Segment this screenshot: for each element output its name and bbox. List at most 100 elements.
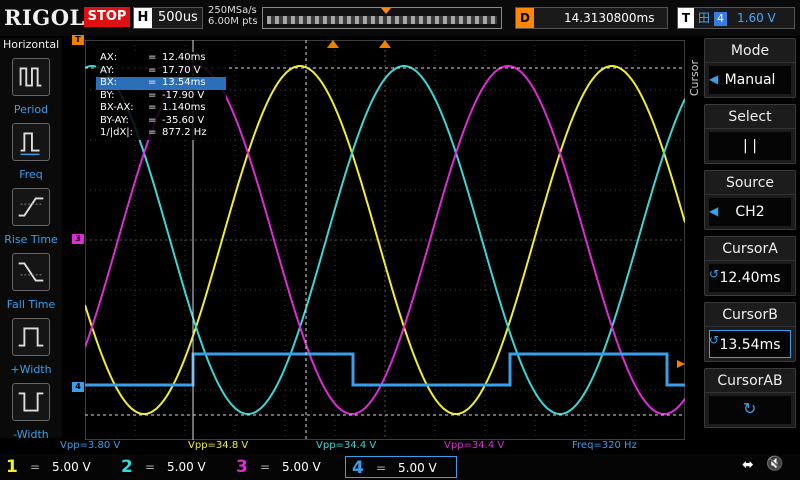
neg-width-label: -Width bbox=[13, 428, 49, 441]
delay-label: D bbox=[516, 8, 534, 28]
menu-button-title: Select bbox=[705, 105, 795, 129]
channel-3-scale[interactable]: 3 = 5.00 V bbox=[230, 456, 342, 478]
menu-button-title: CursorB bbox=[705, 303, 795, 327]
timebase-label: H bbox=[134, 8, 152, 28]
run-stop-button[interactable]: STOP bbox=[84, 7, 130, 27]
channel-scale-value: 5.00 V bbox=[282, 460, 321, 474]
cursor-readout-key: 1/|dX|: bbox=[100, 127, 134, 138]
channel-number: 1 bbox=[6, 457, 18, 477]
rising-edge-icon: ⽥ bbox=[698, 11, 711, 25]
cursor-readout-key: BX-AX: bbox=[100, 102, 134, 113]
cursor-readout-row: AY: = 17.70 V bbox=[96, 65, 226, 78]
cursor-readout-row: BY-AY: = -35.60 V bbox=[96, 115, 226, 128]
cursor-readout-eq: = bbox=[148, 114, 157, 126]
brand-logo: RIGOL bbox=[4, 5, 85, 30]
cursor-readout-eq: = bbox=[148, 64, 157, 76]
measure-period-button[interactable]: Period bbox=[0, 58, 62, 116]
channel-number: 3 bbox=[236, 457, 248, 477]
measure-neg-width-button[interactable]: -Width bbox=[0, 383, 62, 441]
menu-select-button[interactable]: Select | | bbox=[704, 104, 796, 164]
cursor-readout-row: BX: = 13.54ms bbox=[96, 77, 226, 90]
menu-button-title: CursorAB bbox=[705, 369, 795, 393]
cursor-readout-eq: = bbox=[148, 102, 157, 113]
timebase-box[interactable]: H 500us bbox=[133, 7, 203, 29]
pos-width-label: +Width bbox=[10, 363, 52, 376]
channel-1-scale[interactable]: 1 = 5.00 V bbox=[0, 456, 112, 478]
cursor-readout-eq: = bbox=[148, 89, 157, 101]
coupling-icon: = bbox=[145, 460, 156, 474]
coupling-icon: = bbox=[376, 461, 387, 475]
channel-scale-value: 5.00 V bbox=[52, 460, 91, 474]
channel-2-scale[interactable]: 2 = 5.00 V bbox=[115, 456, 227, 478]
cursor-readout-value: 13.54ms bbox=[162, 77, 206, 88]
cursor-menu: Mode Manual ◀ Select | | Source CH2 ◀ CursorA 12.… bbox=[704, 38, 800, 438]
multipurpose-knob-icon: ↻ bbox=[743, 399, 757, 418]
status-bar: RIGOL STOP H 500us 250MSa/s 6.00M pts D 14… bbox=[0, 0, 800, 36]
measure-fall-time-button[interactable]: Fall Time bbox=[0, 253, 62, 311]
channel-4-scale[interactable]: 4 = 5.00 V bbox=[345, 456, 457, 478]
channel-scale-value: 5.00 V bbox=[167, 460, 206, 474]
menu-cursora-button[interactable]: CursorA 12.40ms ↺ bbox=[704, 236, 796, 296]
option-arrow-icon: ◀ bbox=[709, 204, 719, 218]
delay-box[interactable]: D 14.3130800ms bbox=[515, 7, 668, 29]
cursor-readout-key: BX: bbox=[100, 77, 118, 88]
cursor-readout-eq: = bbox=[148, 77, 157, 88]
trigger-label: T bbox=[678, 8, 694, 28]
menu-button-title: Source bbox=[705, 171, 795, 195]
coupling-icon: = bbox=[260, 460, 271, 474]
waveform-overview bbox=[267, 16, 497, 24]
cursor-readout-row: 1/|dX|: = 877.2 Hz bbox=[96, 127, 226, 140]
coupling-icon: = bbox=[30, 460, 41, 474]
menu-button-title: CursorA bbox=[705, 237, 795, 261]
neg-width-icon bbox=[12, 383, 50, 421]
measurement-bar: Vpp=3.80 V Vpp=34.8 V Vpp=34.4 V Vpp=34.4 V… bbox=[60, 440, 690, 452]
cursor-readout-value: -17.90 V bbox=[162, 89, 205, 101]
measurement-item[interactable]: Vpp=34.4 V bbox=[316, 440, 376, 452]
measurement-item[interactable]: Freq=320 Hz bbox=[572, 440, 637, 452]
multipurpose-knob-icon: ↺ bbox=[709, 333, 720, 347]
cursor-readout-row: BY: = -17.90 V bbox=[96, 90, 226, 103]
cursor-readout-eq: = bbox=[148, 127, 157, 138]
measure-pos-width-button[interactable]: +Width bbox=[0, 318, 62, 376]
trigger-marker-t: T bbox=[72, 35, 84, 45]
multipurpose-knob-icon: ↺ bbox=[709, 267, 720, 281]
trigger-box[interactable]: T ⽥ 4 1.60 V bbox=[677, 7, 795, 29]
ch4-offset-marker[interactable]: 4 bbox=[72, 382, 84, 392]
menu-source-button[interactable]: Source CH2 ◀ bbox=[704, 170, 796, 230]
measure-freq-button[interactable]: Freq bbox=[0, 123, 62, 181]
trigger-position-icon bbox=[381, 8, 391, 14]
pos-width-icon bbox=[12, 318, 50, 356]
channel-number: 4 bbox=[352, 458, 364, 478]
cursor-readout-key: AY: bbox=[100, 64, 115, 76]
cursor-readout-key: AX: bbox=[100, 52, 118, 63]
speaker-mute-icon[interactable]: 🔇 bbox=[766, 456, 783, 472]
rise-time-icon bbox=[12, 188, 50, 226]
measurement-item[interactable]: Vpp=3.80 V bbox=[60, 440, 120, 452]
cursor-readout-key: BY-AY: bbox=[100, 114, 129, 126]
cursor-readout: AX: = 12.40ms AY: = 17.70 V BX: = 13.54ms BY: = -17… bbox=[96, 52, 226, 140]
memory-depth: 6.00M pts bbox=[208, 16, 258, 27]
menu-button-value: | | bbox=[709, 132, 791, 160]
timebase-value: 500us bbox=[158, 10, 198, 25]
measurement-item[interactable]: Vpp=34.8 V bbox=[188, 440, 248, 452]
cursor-readout-eq: = bbox=[148, 52, 157, 63]
ch3-offset-marker[interactable]: 3 bbox=[72, 234, 84, 244]
measure-rise-time-button[interactable]: Rise Time bbox=[0, 188, 62, 246]
channel-number: 2 bbox=[121, 457, 133, 477]
cursor-readout-value: 877.2 Hz bbox=[162, 127, 207, 138]
cursor-readout-row: AX: = 12.40ms bbox=[96, 52, 226, 65]
trigger-level: 1.60 V bbox=[737, 11, 776, 25]
menu-button-value: 12.40ms bbox=[709, 264, 791, 292]
menu-mode-button[interactable]: Mode Manual ◀ bbox=[704, 38, 796, 98]
channel-bar: 1 = 5.00 V 2 = 5.00 V 3 = 5.00 V 4 = 5.00 V ⬌ 🔇 bbox=[0, 454, 800, 480]
freq-label: Freq bbox=[19, 168, 43, 181]
cursor-readout-value: 1.140ms bbox=[162, 102, 206, 113]
channel-scale-value: 5.00 V bbox=[398, 461, 437, 475]
measurement-item[interactable]: Vpp=34.4 V bbox=[444, 440, 504, 452]
rise-time-label: Rise Time bbox=[4, 233, 58, 246]
sample-rate: 250MSa/s bbox=[208, 5, 257, 16]
menu-cursorab-button[interactable]: CursorAB ↻ bbox=[704, 368, 796, 428]
period-icon bbox=[12, 58, 50, 96]
menu-cursorb-button[interactable]: CursorB 13.54ms ↺ bbox=[704, 302, 796, 362]
fall-time-icon bbox=[12, 253, 50, 291]
